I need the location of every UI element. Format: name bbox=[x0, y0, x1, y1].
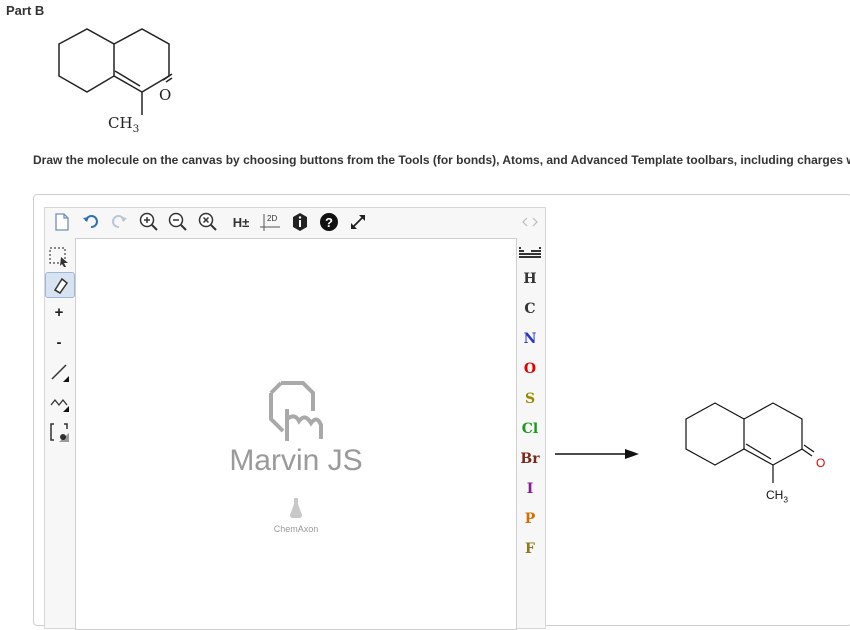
toolbar-scroll-arrows-icon[interactable] bbox=[517, 210, 543, 234]
info-icon[interactable] bbox=[287, 210, 313, 234]
atom-button-n[interactable]: N bbox=[517, 327, 543, 351]
erase-tool-icon[interactable] bbox=[45, 272, 75, 298]
marvin-watermark-title: Marvin JS bbox=[229, 444, 363, 477]
undo-icon[interactable] bbox=[78, 210, 104, 234]
atom-button-cl[interactable]: Cl bbox=[517, 417, 543, 441]
question-oxygen-label: O bbox=[159, 86, 171, 104]
drawing-canvas[interactable]: Marvin JS ChemAxon bbox=[75, 238, 517, 630]
clean-2d-label: 2D bbox=[267, 214, 277, 223]
periodic-table-icon[interactable] bbox=[517, 240, 543, 264]
zoom-out-icon[interactable] bbox=[165, 210, 191, 234]
atom-button-h[interactable]: H bbox=[517, 267, 543, 291]
atom-button-p[interactable]: P bbox=[517, 507, 543, 531]
chemaxon-flask-icon bbox=[290, 498, 302, 518]
h-toggle-button[interactable]: H± bbox=[226, 210, 256, 234]
part-title: Part B bbox=[6, 3, 45, 18]
increase-charge-button[interactable]: + bbox=[46, 300, 72, 324]
new-document-icon[interactable] bbox=[49, 210, 75, 234]
decrease-charge-button[interactable]: - bbox=[46, 330, 72, 354]
svg-text:?: ? bbox=[325, 215, 333, 230]
zoom-in-icon[interactable] bbox=[136, 210, 162, 234]
clean-2d-button[interactable]: 2D bbox=[257, 210, 283, 234]
redo-icon[interactable] bbox=[106, 210, 132, 234]
chain-tool-icon[interactable] bbox=[46, 390, 72, 414]
atom-button-c[interactable]: C bbox=[517, 297, 543, 321]
chemaxon-watermark: ChemAxon bbox=[273, 524, 319, 534]
instructions-text: Draw the molecule on the canvas by choos… bbox=[33, 153, 850, 167]
atom-button-br[interactable]: Br bbox=[517, 447, 543, 471]
fullscreen-icon[interactable] bbox=[345, 210, 371, 234]
atom-button-f[interactable]: F bbox=[517, 537, 543, 561]
reaction-arrow bbox=[555, 449, 639, 459]
single-bond-tool-icon[interactable] bbox=[46, 360, 72, 384]
selection-tool-icon[interactable] bbox=[46, 245, 72, 269]
bracket-tool-icon[interactable] bbox=[46, 420, 72, 444]
answer-molecule-structure: O bbox=[685, 402, 825, 483]
help-icon[interactable]: ? bbox=[316, 210, 342, 234]
answer-substituent-label: CH3 bbox=[766, 488, 789, 505]
question-substituent-label: CH3 bbox=[108, 114, 140, 135]
zoom-reset-icon[interactable] bbox=[195, 210, 221, 234]
marvin-logo-icon bbox=[269, 381, 323, 441]
answer-oxygen-label: O bbox=[816, 456, 825, 470]
atom-button-s[interactable]: S bbox=[517, 387, 543, 411]
atom-button-o[interactable]: O bbox=[517, 357, 543, 381]
atom-button-i[interactable]: I bbox=[517, 477, 543, 501]
